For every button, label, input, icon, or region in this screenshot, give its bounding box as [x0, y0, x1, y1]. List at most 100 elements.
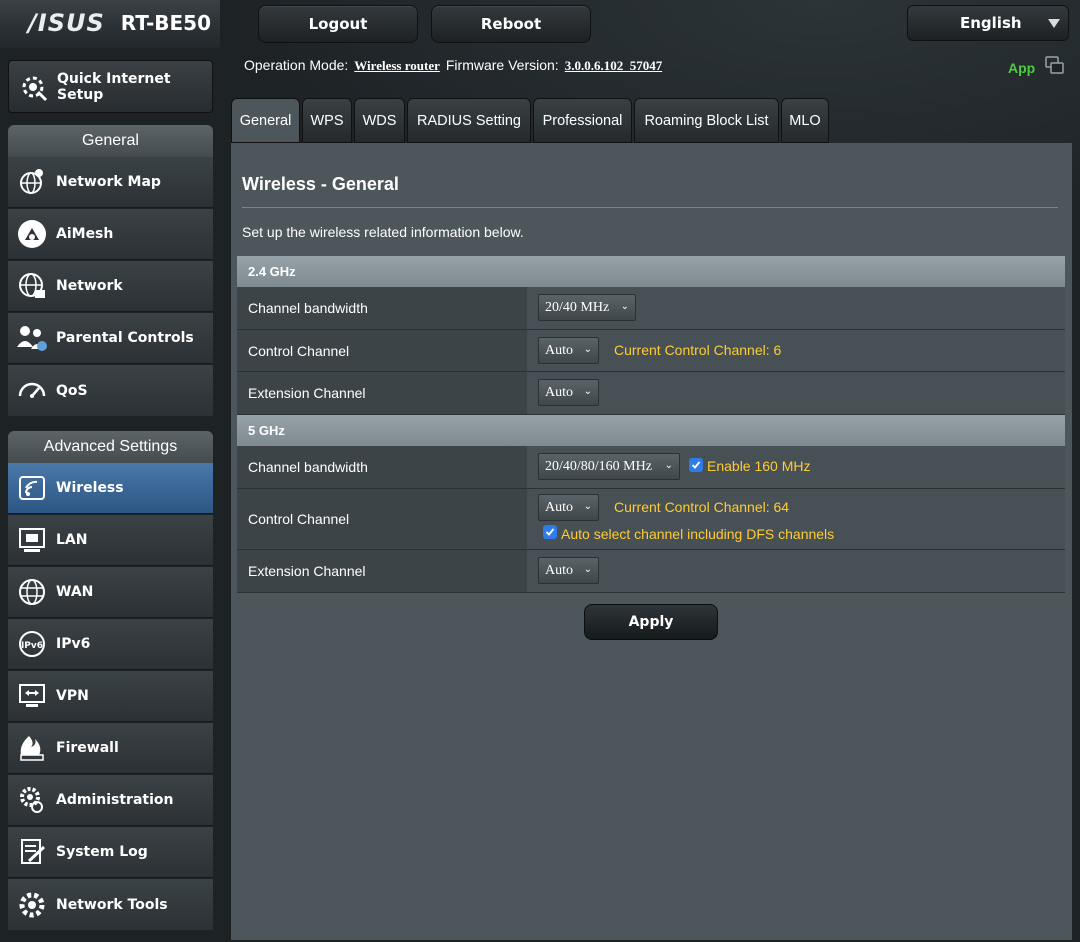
system-log-icon — [8, 827, 56, 878]
chevron-down-icon: ⌄ — [583, 501, 592, 512]
row-5-control-channel: Control Channel Auto ⌄ Current Control C… — [237, 489, 1065, 550]
select-value: 20/40/80/160 MHz — [545, 458, 652, 474]
tab-wps[interactable]: WPS — [302, 98, 352, 143]
row-label: Extension Channel — [237, 550, 527, 592]
row-5-channel-bandwidth: Channel bandwidth 20/40/80/160 MHz ⌄ Ena… — [237, 446, 1065, 489]
svg-text:IPv6: IPv6 — [21, 641, 43, 651]
firmware-label: Firmware Version: — [445, 57, 559, 73]
sidebar-item-aimesh[interactable]: AiMesh — [8, 209, 213, 260]
sidebar-item-vpn[interactable]: VPN — [8, 671, 213, 722]
tab-general[interactable]: General — [231, 98, 300, 143]
sidebar-item-label: LAN — [56, 532, 88, 548]
sidebar-item-network-map[interactable]: Network Map — [8, 157, 213, 208]
sidebar-item-firewall[interactable]: Firewall — [8, 723, 213, 774]
reboot-button[interactable]: Reboot — [431, 5, 591, 43]
sidebar-item-label: Network — [56, 278, 123, 294]
sidebar-item-wireless[interactable]: Wireless — [8, 463, 213, 514]
sidebar-item-label: Network Map — [56, 174, 161, 190]
language-value: English — [960, 14, 1022, 32]
bandwidth-24-select[interactable]: 20/40 MHz ⌄ — [538, 294, 636, 321]
sidebar-item-system-log[interactable]: System Log — [8, 827, 213, 878]
chevron-down-icon — [1048, 19, 1060, 28]
control-channel-24-select[interactable]: Auto ⌄ — [538, 337, 599, 364]
sidebar-item-label: QoS — [56, 382, 88, 399]
firmware-link[interactable]: 3.0.0.6.102_57047 — [565, 58, 663, 74]
control-channel-5-select[interactable]: Auto ⌄ — [538, 494, 599, 521]
page-title: Wireless - General — [242, 174, 399, 194]
gauge-icon — [8, 365, 56, 416]
sidebar-item-ipv6[interactable]: IPv6 IPv6 — [8, 619, 213, 670]
row-label: Control Channel — [237, 489, 527, 549]
sidebar-item-label: VPN — [56, 688, 89, 704]
tab-roaming-block-list[interactable]: Roaming Block List — [634, 98, 779, 143]
sidebar-item-label: AiMesh — [56, 226, 114, 242]
network-globe-icon — [8, 261, 56, 312]
model-name: RT-BE50 — [120, 11, 212, 35]
row-24-channel-bandwidth: Channel bandwidth 20/40 MHz ⌄ — [237, 287, 1065, 330]
vpn-icon — [8, 671, 56, 722]
tab-wds[interactable]: WDS — [354, 98, 405, 143]
brand-logo: /ISUS — [28, 9, 105, 37]
wand-gear-icon — [9, 61, 57, 112]
sidebar-item-lan[interactable]: LAN — [8, 515, 213, 566]
tab-professional[interactable]: Professional — [533, 98, 632, 143]
bandwidth-5-select[interactable]: 20/40/80/160 MHz ⌄ — [538, 453, 680, 480]
wireless-icon — [8, 463, 56, 514]
select-value: 20/40 MHz — [545, 299, 610, 315]
chevron-down-icon: ⌄ — [583, 344, 592, 355]
current-control-channel-24: Current Control Channel: 6 — [614, 342, 782, 358]
sidebar-item-network[interactable]: Network — [8, 261, 213, 312]
band-5-header: 5 GHz — [237, 415, 1065, 446]
network-tools-icon — [8, 879, 56, 930]
row-label: Channel bandwidth — [237, 287, 527, 329]
row-5-extension-channel: Extension Channel Auto ⌄ — [237, 550, 1065, 593]
enable-160-checkbox[interactable] — [689, 458, 703, 472]
select-value: Auto — [545, 562, 573, 578]
opmode-label: Operation Mode: — [244, 57, 349, 73]
app-link[interactable]: App — [1008, 60, 1035, 76]
tab-radius-setting[interactable]: RADIUS Setting — [407, 98, 531, 143]
firewall-icon — [8, 723, 56, 774]
status-line: Operation Mode: Wireless router Firmware… — [244, 57, 662, 74]
sidebar-item-label: WAN — [56, 584, 94, 600]
chevron-down-icon: ⌄ — [583, 386, 592, 397]
checkmark-icon — [545, 528, 555, 536]
current-control-channel-5: Current Control Channel: 64 — [614, 499, 790, 515]
apply-button[interactable]: Apply — [584, 604, 718, 640]
logout-button[interactable]: Logout — [258, 5, 418, 43]
sidebar-item-administration[interactable]: Administration — [8, 775, 213, 826]
sidebar-item-parental-controls[interactable]: Parental Controls — [8, 313, 213, 364]
row-label: Extension Channel — [237, 372, 527, 414]
parental-controls-icon — [8, 313, 56, 364]
app-qr-icon[interactable] — [1045, 56, 1065, 76]
title-divider — [242, 207, 1058, 208]
opmode-link[interactable]: Wireless router — [354, 58, 440, 74]
sidebar-item-label: Parental Controls — [56, 330, 194, 346]
language-select[interactable]: English — [907, 5, 1069, 41]
administration-gear-icon — [8, 775, 56, 826]
select-value: Auto — [545, 384, 573, 400]
enable-160-label[interactable]: Enable 160 MHz — [707, 458, 811, 474]
page-description: Set up the wireless related information … — [242, 224, 524, 240]
tab-mlo[interactable]: MLO — [781, 98, 829, 143]
quick-internet-setup-button[interactable]: Quick Internet Setup — [8, 60, 213, 113]
sidebar-item-wan[interactable]: WAN — [8, 567, 213, 618]
sidebar-item-label: Administration — [56, 792, 174, 808]
chevron-down-icon: ⌄ — [664, 460, 673, 471]
dfs-label[interactable]: Auto select channel including DFS channe… — [561, 526, 834, 542]
dfs-checkbox[interactable] — [543, 525, 557, 539]
sidebar-item-network-tools[interactable]: Network Tools — [8, 879, 213, 930]
wan-globe-icon — [8, 567, 56, 618]
extension-channel-24-select[interactable]: Auto ⌄ — [538, 379, 599, 406]
general-section-header: General — [8, 125, 213, 157]
sidebar-item-label: Wireless — [56, 480, 124, 496]
select-value: Auto — [545, 499, 573, 515]
row-24-control-channel: Control Channel Auto ⌄ Current Control C… — [237, 330, 1065, 372]
extension-channel-5-select[interactable]: Auto ⌄ — [538, 557, 599, 584]
sidebar-item-qos[interactable]: QoS — [8, 365, 213, 416]
chevron-down-icon: ⌄ — [583, 564, 592, 575]
row-24-extension-channel: Extension Channel Auto ⌄ — [237, 372, 1065, 415]
row-label: Channel bandwidth — [237, 446, 527, 488]
band-24-header: 2.4 GHz — [237, 256, 1065, 287]
globe-pin-icon — [8, 157, 56, 208]
